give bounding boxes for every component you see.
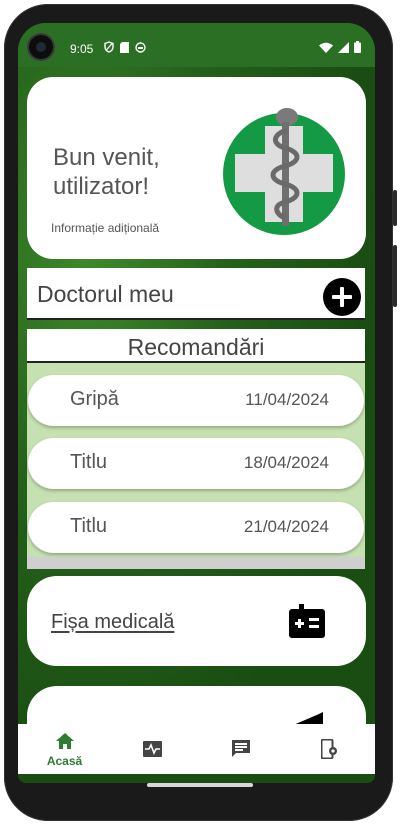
device-settings-icon <box>321 739 337 759</box>
recommendation-date: 21/04/2024 <box>243 517 329 536</box>
recommendation-item[interactable]: Titlu 18/04/2024 <box>28 438 364 489</box>
recommendation-date: 11/04/2024 <box>245 390 329 409</box>
app-screen: 9:05 Bun venit, utilizator! Informație a… <box>18 23 375 783</box>
medical-record-label[interactable]: Fișa medicală <box>51 611 174 634</box>
my-doctor-label: Doctorul meu <box>37 281 174 307</box>
sim-card-icon <box>120 41 129 53</box>
medical-kit-icon <box>289 604 325 638</box>
welcome-card: Bun venit, utilizator! Informație adițio… <box>27 77 366 259</box>
recommendation-date: 18/04/2024 <box>243 453 329 472</box>
status-time: 9:05 <box>70 42 94 56</box>
medical-record-card[interactable]: Fișa medicală <box>27 576 366 666</box>
recommendation-title: Gripă <box>70 388 119 410</box>
shield-icon <box>104 41 114 53</box>
welcome-title: Bun venit, utilizator! <box>53 144 160 200</box>
recommendation-title: Titlu <box>70 515 108 537</box>
nav-home-label: Acasă <box>46 754 83 768</box>
front-camera <box>29 35 53 59</box>
nav-messages[interactable] <box>196 724 285 774</box>
wifi-icon <box>319 42 333 53</box>
recommendation-item[interactable]: Gripă 11/04/2024 <box>28 375 364 426</box>
activity-icon <box>143 741 162 757</box>
add-doctor-button[interactable] <box>323 278 361 316</box>
welcome-subtitle: Informație adițională <box>51 221 160 235</box>
nav-activity[interactable] <box>108 724 197 774</box>
power-button <box>393 190 397 226</box>
volume-button <box>393 245 397 307</box>
recommendation-item[interactable]: Titlu 21/04/2024 <box>28 502 364 553</box>
home-indicator[interactable] <box>147 783 253 787</box>
bottom-navigation: Acasă <box>18 724 375 774</box>
my-doctor-bar[interactable]: Doctorul meu <box>27 268 365 320</box>
home-icon <box>56 733 74 749</box>
nav-device-settings[interactable] <box>284 724 373 774</box>
signal-icon <box>338 41 349 53</box>
recommendations-title: Recomandări <box>127 334 265 360</box>
recommendations-panel: Recomandări Gripă 11/04/2024 Titlu 18/04… <box>27 329 365 569</box>
status-bar: 9:05 <box>18 23 375 67</box>
medical-logo-icon <box>223 108 345 235</box>
cloud-icon <box>135 41 146 53</box>
message-icon <box>232 740 250 757</box>
nav-home[interactable]: Acasă <box>20 724 109 774</box>
recommendation-title: Titlu <box>70 451 108 473</box>
recommendations-header: Recomandări <box>27 329 365 363</box>
battery-icon <box>354 41 361 53</box>
recommendations-scrollbar[interactable] <box>27 557 365 569</box>
